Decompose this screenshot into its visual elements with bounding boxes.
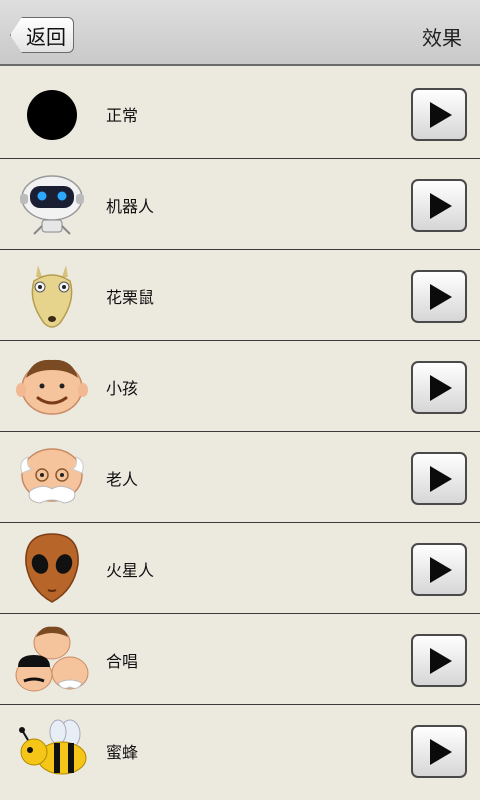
play-icon: [430, 374, 452, 401]
list-item: 花栗鼠: [0, 250, 480, 341]
list-item: 蜜蜂: [0, 705, 480, 796]
effect-label: 合唱: [106, 652, 139, 671]
effect-label: 火星人: [106, 561, 155, 580]
back-button-label: 返回: [26, 24, 66, 49]
martian-icon: [25, 533, 79, 603]
list-item: 机器人: [0, 159, 480, 250]
effects-list: 正常 机器人 花栗鼠 小孩 老人 火星人 合唱 蜜蜂: [0, 68, 480, 796]
bee-icon: [19, 719, 87, 775]
robot-icon: [20, 175, 84, 235]
effect-label: 正常: [106, 106, 139, 125]
play-icon: [430, 101, 452, 128]
chorus-faces-icon: [15, 626, 89, 692]
chipmunk-icon: [31, 265, 73, 328]
old-man-face-icon: [20, 448, 84, 504]
play-icon: [430, 192, 452, 219]
effect-label: 小孩: [106, 379, 139, 398]
top-bar: 返回 效果: [0, 0, 480, 66]
play-icon: [430, 283, 452, 310]
list-item: 火星人: [0, 523, 480, 614]
play-button[interactable]: [411, 361, 467, 414]
black-circle-icon: [27, 90, 77, 140]
page-title: 效果: [422, 26, 462, 50]
list-item: 合唱: [0, 614, 480, 705]
list-item: 老人: [0, 432, 480, 523]
effect-label: 老人: [106, 470, 139, 489]
play-button[interactable]: [411, 88, 467, 141]
list-item: 正常: [0, 68, 480, 159]
play-button[interactable]: [411, 179, 467, 232]
play-button[interactable]: [411, 452, 467, 505]
play-icon: [430, 738, 452, 765]
child-face-icon: [16, 359, 88, 415]
play-button[interactable]: [411, 725, 467, 778]
play-icon: [430, 556, 452, 583]
play-button[interactable]: [411, 543, 467, 596]
play-button[interactable]: [411, 634, 467, 687]
play-icon: [430, 465, 452, 492]
back-button[interactable]: 返回: [10, 17, 74, 53]
effect-label: 花栗鼠: [106, 288, 155, 307]
effect-label: 机器人: [106, 197, 155, 216]
play-icon: [430, 647, 452, 674]
effect-label: 蜜蜂: [106, 743, 139, 762]
play-button[interactable]: [411, 270, 467, 323]
list-item: 小孩: [0, 341, 480, 432]
